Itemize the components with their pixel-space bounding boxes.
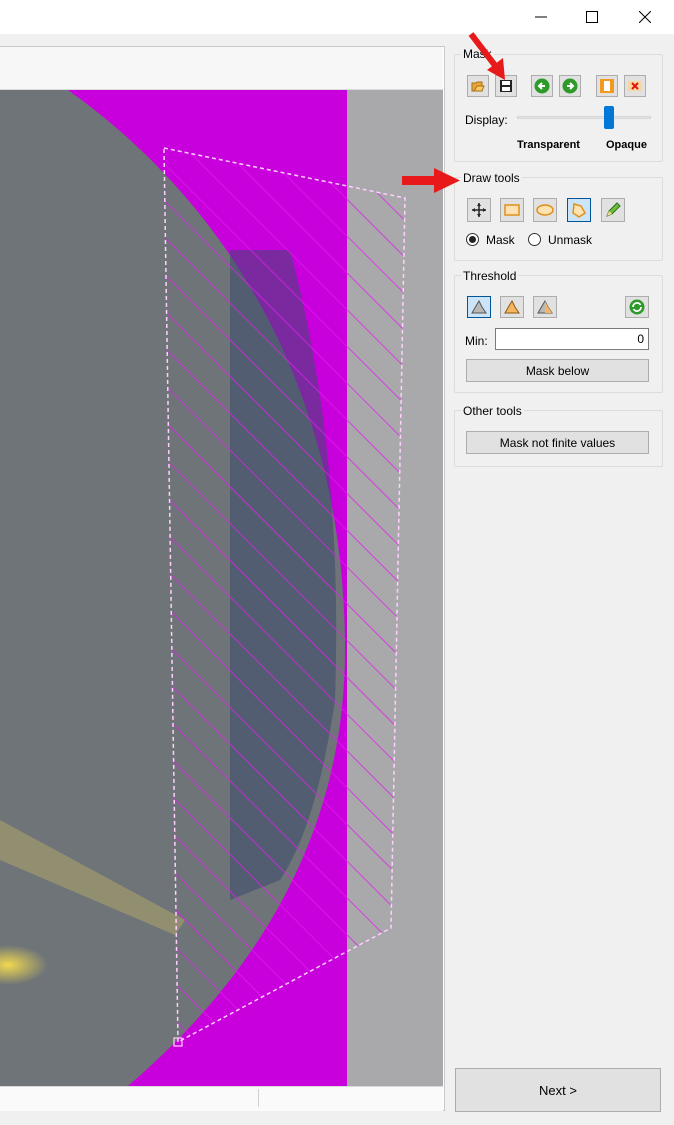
- refresh-threshold-button[interactable]: [625, 296, 649, 318]
- pencil-tool-button[interactable]: [601, 198, 625, 222]
- min-label: Min:: [465, 334, 488, 348]
- close-button[interactable]: [622, 0, 668, 34]
- threshold-mode-3-button[interactable]: [533, 296, 557, 318]
- maximize-icon: [586, 11, 598, 23]
- mask-below-button[interactable]: Mask below: [466, 359, 649, 382]
- refresh-icon: [629, 299, 645, 315]
- undo-button[interactable]: [531, 75, 553, 97]
- histogram-icon: [537, 300, 553, 314]
- invert-mask-button[interactable]: [596, 75, 618, 97]
- move-icon: [472, 203, 486, 217]
- status-bar: [0, 1086, 443, 1111]
- maximize-button[interactable]: [569, 0, 615, 34]
- threshold-mode-1-button[interactable]: [467, 296, 491, 318]
- polygon-selection[interactable]: [163, 147, 406, 1044]
- histogram-icon: [471, 300, 487, 314]
- annotation-arrow-draw-tools: [402, 168, 460, 193]
- ellipse-tool-button[interactable]: [533, 198, 557, 222]
- opacity-slider-track: [517, 116, 651, 119]
- annotation-arrow-save: [468, 32, 505, 80]
- histogram-icon: [504, 300, 520, 314]
- draw-tools-group-title: Draw tools: [461, 171, 522, 185]
- mask-not-finite-button[interactable]: Mask not finite values: [466, 431, 649, 454]
- next-button[interactable]: Next >: [455, 1068, 661, 1112]
- close-icon: [639, 11, 651, 23]
- slider-max-label: Opaque: [606, 139, 647, 151]
- clear-icon: [628, 81, 642, 91]
- threshold-group-title: Threshold: [461, 269, 519, 283]
- arrow-left-icon: [534, 78, 550, 94]
- unmask-mode-radio[interactable]: [528, 233, 541, 246]
- other-tools-group-title: Other tools: [461, 404, 524, 418]
- pencil-icon: [606, 202, 621, 217]
- mask-mode-label[interactable]: Mask: [486, 233, 515, 247]
- mask-mode-radio[interactable]: [466, 233, 479, 246]
- redo-button[interactable]: [559, 75, 581, 97]
- minimize-button[interactable]: [518, 0, 564, 34]
- threshold-mode-2-button[interactable]: [500, 296, 524, 318]
- opacity-slider[interactable]: [517, 106, 651, 130]
- unmask-mode-label[interactable]: Unmask: [548, 233, 592, 247]
- min-value-input[interactable]: [495, 328, 649, 350]
- ellipse-icon: [536, 204, 554, 216]
- polygon-icon: [572, 203, 586, 218]
- clear-mask-button[interactable]: [624, 75, 646, 97]
- polygon-tool-button[interactable]: [567, 198, 591, 222]
- opacity-slider-thumb[interactable]: [604, 106, 614, 129]
- image-canvas[interactable]: [0, 90, 443, 1086]
- invert-icon: [600, 79, 614, 93]
- minimize-icon: [535, 16, 547, 18]
- slider-min-label: Transparent: [517, 139, 580, 151]
- display-label: Display:: [465, 113, 508, 127]
- rectangle-tool-button[interactable]: [500, 198, 524, 222]
- pan-tool-button[interactable]: [467, 198, 491, 222]
- status-divider: [258, 1089, 259, 1107]
- arrow-right-icon: [562, 78, 578, 94]
- rectangle-icon: [504, 204, 520, 216]
- viewer-toolbar: [0, 47, 443, 90]
